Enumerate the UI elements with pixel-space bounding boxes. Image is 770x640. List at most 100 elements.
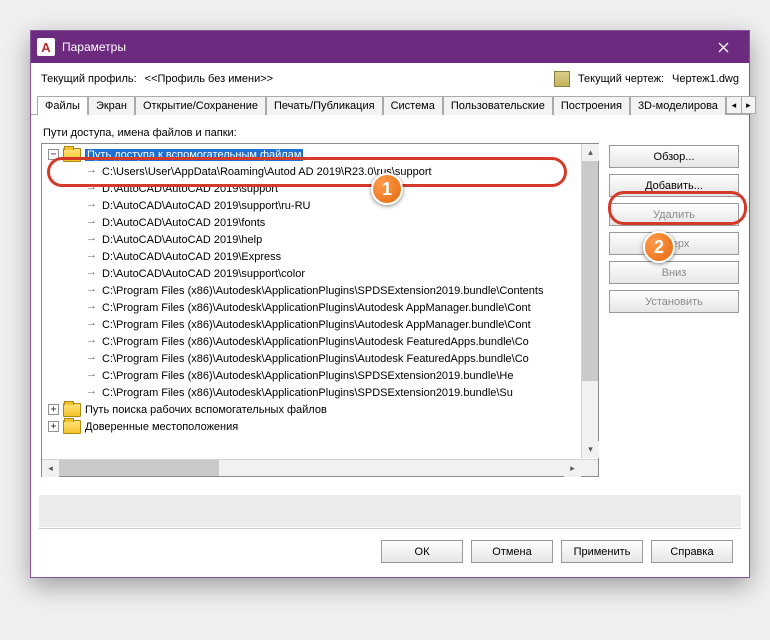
path-text: D:\AutoCAD\AutoCAD 2019\help	[102, 234, 262, 246]
tree-vscrollbar[interactable]: ▴ ▾	[581, 144, 598, 458]
path-arrow-icon	[86, 252, 98, 262]
scroll-right-arrow[interactable]: ▸	[564, 460, 581, 477]
path-text: C:\Program Files (x86)\Autodesk\Applicat…	[102, 285, 543, 297]
dialog-footer-bg	[39, 495, 741, 527]
tab-files[interactable]: Файлы	[37, 96, 88, 115]
path-arrow-icon	[86, 167, 98, 177]
window-title: Параметры	[62, 40, 126, 54]
path-text: D:\AutoCAD\AutoCAD 2019\support	[102, 183, 278, 195]
help-button[interactable]: Справка	[651, 540, 733, 563]
tab-display[interactable]: Экран	[88, 96, 135, 115]
cancel-button[interactable]: Отмена	[471, 540, 553, 563]
annotation-callout-1: 1	[371, 173, 403, 205]
path-arrow-icon	[86, 184, 98, 194]
folder-icon	[63, 420, 81, 434]
scroll-thumb[interactable]	[582, 161, 598, 381]
expand-toggle-icon[interactable]: +	[48, 404, 59, 415]
tree-path-item[interactable]: D:\AutoCAD\AutoCAD 2019\Express	[42, 248, 598, 265]
tree-path-item[interactable]: C:\Program Files (x86)\Autodesk\Applicat…	[42, 333, 598, 350]
drawing-icon	[554, 71, 570, 87]
side-buttons: Обзор... Добавить... Удалить Вверх Вниз …	[609, 143, 739, 477]
path-text: D:\AutoCAD\AutoCAD 2019\support\color	[102, 268, 305, 280]
add-button[interactable]: Добавить...	[609, 174, 739, 197]
tree-path-item[interactable]: D:\AutoCAD\AutoCAD 2019\support	[42, 180, 598, 197]
path-arrow-icon	[86, 218, 98, 228]
tree-node-label: Путь доступа к вспомогательным файлам	[85, 149, 303, 161]
tree-path-item[interactable]: C:\Program Files (x86)\Autodesk\Applicat…	[42, 384, 598, 401]
expand-toggle-icon[interactable]: +	[48, 421, 59, 432]
ok-button[interactable]: ОК	[381, 540, 463, 563]
tree-node-label: Доверенные местоположения	[85, 421, 238, 433]
path-arrow-icon	[86, 201, 98, 211]
tabscroll-right[interactable]: ▸	[741, 97, 755, 113]
tree-path-item[interactable]: D:\AutoCAD\AutoCAD 2019\help	[42, 231, 598, 248]
tree-path-item[interactable]: D:\AutoCAD\AutoCAD 2019\support\color	[42, 265, 598, 282]
tree-path-item[interactable]: C:\Program Files (x86)\Autodesk\Applicat…	[42, 282, 598, 299]
path-text: C:\Program Files (x86)\Autodesk\Applicat…	[102, 319, 531, 331]
tabstrip: Файлы Экран Открытие/Сохранение Печать/П…	[31, 95, 749, 115]
path-text: D:\AutoCAD\AutoCAD 2019\fonts	[102, 217, 265, 229]
tab-plot[interactable]: Печать/Публикация	[266, 96, 383, 115]
current-profile-label: Текущий профиль:	[41, 73, 137, 85]
current-profile-value: <<Профиль без имени>>	[145, 73, 273, 85]
tree-path-item[interactable]: D:\AutoCAD\AutoCAD 2019\fonts	[42, 214, 598, 231]
path-text: C:\Program Files (x86)\Autodesk\Applicat…	[102, 387, 513, 399]
set-current-button[interactable]: Установить	[609, 290, 739, 313]
current-drawing-label: Текущий чертеж:	[578, 73, 664, 85]
paths-tree[interactable]: − Путь доступа к вспомогательным файлам …	[41, 143, 599, 477]
tree-node-root[interactable]: − Путь доступа к вспомогательным файлам	[42, 146, 598, 163]
options-dialog: Параметры Текущий профиль: <<Профиль без…	[30, 30, 750, 578]
expand-toggle-icon[interactable]: −	[48, 149, 59, 160]
annotation-callout-2: 2	[643, 231, 675, 263]
tree-path-item[interactable]: C:\Program Files (x86)\Autodesk\Applicat…	[42, 367, 598, 384]
folder-icon	[63, 148, 81, 162]
path-arrow-icon	[86, 286, 98, 296]
tree-node-working[interactable]: + Путь поиска рабочих вспомогательных фа…	[42, 401, 598, 418]
path-arrow-icon	[86, 303, 98, 313]
folder-icon	[63, 403, 81, 417]
tree-path-item[interactable]: D:\AutoCAD\AutoCAD 2019\support\ru-RU	[42, 197, 598, 214]
path-arrow-icon	[86, 235, 98, 245]
path-text: C:\Program Files (x86)\Autodesk\Applicat…	[102, 336, 529, 348]
path-text: D:\AutoCAD\AutoCAD 2019\support\ru-RU	[102, 200, 310, 212]
path-arrow-icon	[86, 337, 98, 347]
tabstrip-scroller: ◂ ▸	[726, 96, 756, 114]
tab-opensave[interactable]: Открытие/Сохранение	[135, 96, 266, 115]
path-arrow-icon	[86, 354, 98, 364]
app-icon	[37, 38, 55, 56]
close-button[interactable]	[701, 33, 745, 61]
path-text: C:\Program Files (x86)\Autodesk\Applicat…	[102, 353, 529, 365]
profile-info-bar: Текущий профиль: <<Профиль без имени>> Т…	[31, 63, 749, 91]
tree-node-trusted[interactable]: + Доверенные местоположения	[42, 418, 598, 435]
browse-button[interactable]: Обзор...	[609, 145, 739, 168]
dialog-separator	[39, 528, 741, 529]
tree-path-item[interactable]: C:\Program Files (x86)\Autodesk\Applicat…	[42, 299, 598, 316]
tab-drafting[interactable]: Построения	[553, 96, 630, 115]
path-text: D:\AutoCAD\AutoCAD 2019\Express	[102, 251, 281, 263]
tab-userprefs[interactable]: Пользовательские	[443, 96, 553, 115]
path-text: C:\Program Files (x86)\Autodesk\Applicat…	[102, 370, 514, 382]
apply-button[interactable]: Применить	[561, 540, 643, 563]
move-down-button[interactable]: Вниз	[609, 261, 739, 284]
current-drawing-value: Чертеж1.dwg	[672, 73, 739, 85]
tree-node-label: Путь поиска рабочих вспомогательных файл…	[85, 404, 327, 416]
tabscroll-left[interactable]: ◂	[727, 97, 741, 113]
dialog-buttons: ОК Отмена Применить Справка	[381, 540, 733, 563]
tree-path-item[interactable]: C:\Program Files (x86)\Autodesk\Applicat…	[42, 316, 598, 333]
scroll-thumb[interactable]	[59, 460, 219, 476]
section-label: Пути доступа, имена файлов и папки:	[43, 127, 739, 139]
remove-button[interactable]: Удалить	[609, 203, 739, 226]
scroll-down-arrow[interactable]: ▾	[582, 441, 599, 458]
path-arrow-icon	[86, 320, 98, 330]
path-arrow-icon	[86, 388, 98, 398]
tree-path-item[interactable]: C:\Users\User\AppData\Roaming\Autod AD 2…	[42, 163, 598, 180]
tab-3dmodeling[interactable]: 3D-моделирова	[630, 96, 726, 115]
tree-path-item[interactable]: C:\Program Files (x86)\Autodesk\Applicat…	[42, 350, 598, 367]
titlebar: Параметры	[31, 31, 749, 63]
path-text: C:\Program Files (x86)\Autodesk\Applicat…	[102, 302, 531, 314]
tree-hscrollbar[interactable]: ◂ ▸	[42, 459, 598, 476]
scroll-left-arrow[interactable]: ◂	[42, 460, 59, 477]
tab-system[interactable]: Система	[383, 96, 443, 115]
path-arrow-icon	[86, 269, 98, 279]
scroll-up-arrow[interactable]: ▴	[582, 144, 599, 161]
